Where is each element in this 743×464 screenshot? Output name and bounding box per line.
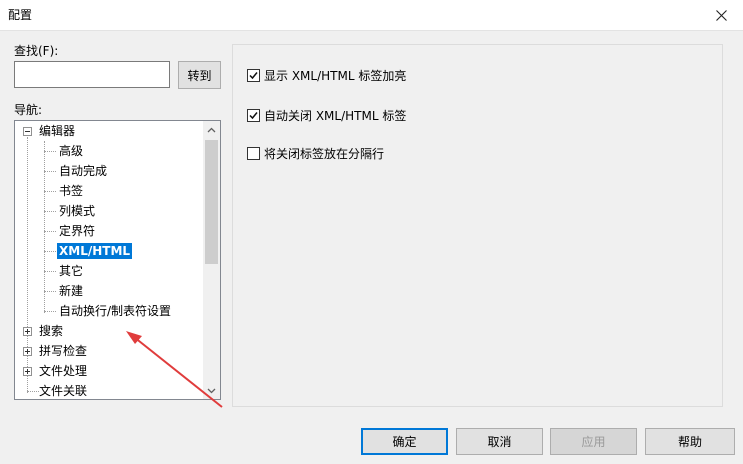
chevron-down-icon (207, 388, 216, 393)
tree-item-file-associations[interactable]: 文件关联 (23, 381, 89, 399)
close-button[interactable] (699, 0, 743, 30)
tree-connector-line (44, 311, 56, 312)
tree-item-xml-html[interactable]: XML/HTML (57, 241, 133, 261)
tree-item-spell-check[interactable]: 拼写检查 (23, 341, 89, 361)
checkmark-icon (249, 111, 258, 119)
tree-item-bookmarks[interactable]: 书签 (57, 181, 85, 201)
search-label: 查找(F): (14, 44, 59, 58)
chevron-up-icon (207, 127, 216, 132)
option-closing-tag-separate-line[interactable]: 将关闭标签放在分隔行 (247, 145, 384, 161)
tree-connector-line (44, 251, 56, 252)
tree-connector-line (44, 191, 56, 192)
close-icon (715, 9, 727, 21)
tree-item-wordwrap-tab-settings[interactable]: 自动换行/制表符设置 (57, 301, 173, 321)
scroll-thumb[interactable] (205, 140, 218, 264)
title-bar: 配置 (0, 0, 743, 31)
scroll-up-button[interactable] (203, 121, 220, 138)
tree-item-new[interactable]: 新建 (57, 281, 85, 301)
option-label: 将关闭标签放在分隔行 (264, 146, 385, 161)
scroll-down-button[interactable] (203, 382, 220, 399)
tree-item-advanced[interactable]: 高级 (57, 141, 85, 161)
tree-item-other[interactable]: 其它 (57, 261, 85, 281)
tree-connector-line (44, 171, 56, 172)
navigation-tree[interactable]: 编辑器 高级 自动完成 书签 列模式 定界符 XML/HTML 其它 新建 自动… (14, 120, 221, 400)
option-label: 自动关闭 XML/HTML 标签 (264, 108, 407, 123)
tree-item-search[interactable]: 搜索 (23, 321, 65, 341)
checkmark-icon (249, 71, 258, 79)
tree-item-autocomplete[interactable]: 自动完成 (57, 161, 109, 181)
tree-connector-line (44, 271, 56, 272)
closing-tag-separate-line-checkbox[interactable] (247, 146, 260, 160)
apply-button[interactable]: 应用 (550, 428, 637, 455)
tree-connector-line (44, 231, 56, 232)
option-label: 显示 XML/HTML 标签加亮 (264, 68, 407, 83)
ok-button[interactable]: 确定 (361, 428, 448, 455)
tree-connector-line (44, 211, 56, 212)
tree-scrollbar[interactable] (203, 121, 220, 399)
cancel-button[interactable]: 取消 (456, 428, 543, 455)
tree-item-delimiters[interactable]: 定界符 (57, 221, 97, 241)
tree-item-file-handling[interactable]: 文件处理 (23, 361, 89, 381)
tree-item-editor[interactable]: 编辑器 (23, 121, 77, 141)
help-button[interactable]: 帮助 (645, 428, 735, 455)
goto-button[interactable]: 转到 (178, 61, 221, 89)
highlight-tags-checkbox[interactable] (247, 68, 260, 82)
expand-icon[interactable] (23, 347, 32, 356)
option-highlight-tags[interactable]: 显示 XML/HTML 标签加亮 (247, 67, 406, 83)
collapse-icon[interactable] (23, 127, 32, 136)
search-input[interactable] (14, 61, 170, 88)
tree-connector-line (44, 151, 56, 152)
window-title: 配置 (8, 8, 33, 22)
tree-item-column-mode[interactable]: 列模式 (57, 201, 97, 221)
auto-close-tags-checkbox[interactable] (247, 108, 260, 122)
tree-connector-line (44, 291, 56, 292)
tree-connector-line (44, 141, 45, 313)
expand-icon[interactable] (23, 367, 32, 376)
nav-label: 导航: (14, 103, 43, 117)
settings-panel: 显示 XML/HTML 标签加亮 自动关闭 XML/HTML 标签 将关闭标签放… (232, 44, 723, 407)
option-auto-close-tags[interactable]: 自动关闭 XML/HTML 标签 (247, 107, 406, 123)
expand-icon[interactable] (23, 327, 32, 336)
